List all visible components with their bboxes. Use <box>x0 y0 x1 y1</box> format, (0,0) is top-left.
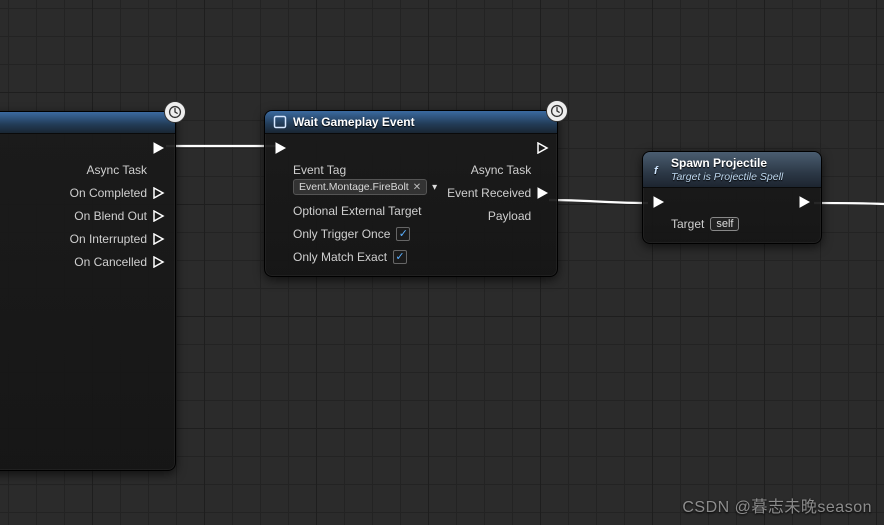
node-wait-gameplay-event[interactable]: Wait Gameplay Event Event Tag Event.Mont… <box>264 110 558 277</box>
pin-optional-external-target[interactable]: Optional External Target <box>275 204 422 218</box>
node-header: f Spawn Projectile Target is Projectile … <box>643 152 821 188</box>
pin-on-blend-out[interactable]: On Blend Out <box>74 209 165 223</box>
node-type-icon <box>273 115 287 129</box>
node-title: Spawn Projectile <box>671 156 767 170</box>
svg-text:f: f <box>654 165 659 177</box>
checkbox-only-match-exact[interactable] <box>393 250 407 264</box>
pin-on-completed[interactable]: On Completed <box>70 186 165 200</box>
pin-on-cancelled[interactable]: On Cancelled <box>74 255 165 269</box>
pin-async-task-out[interactable]: Async Task <box>471 163 549 177</box>
node-header: Wait Gameplay Event <box>265 111 557 134</box>
pin-async-task-out[interactable]: Async Task <box>87 163 165 177</box>
pin-exec-out[interactable] <box>799 196 811 208</box>
node-header <box>0 112 175 134</box>
function-icon: f <box>651 163 665 177</box>
pin-event-tag[interactable]: Event Tag Event.Montage.FireBolt ✕ ▾ <box>275 163 437 195</box>
node-title: Wait Gameplay Event <box>293 115 415 129</box>
node-play-montage[interactable]: ation Scale d Out Async Task On Complete… <box>0 111 176 471</box>
latent-clock-icon <box>164 101 186 123</box>
pin-event-received[interactable]: Event Received <box>447 186 549 200</box>
event-tag-value: Event.Montage.FireBolt <box>299 181 409 193</box>
node-spawn-projectile[interactable]: f Spawn Projectile Target is Projectile … <box>642 151 822 244</box>
event-tag-pill[interactable]: Event.Montage.FireBolt ✕ <box>293 179 427 195</box>
pin-exec-out[interactable] <box>537 142 549 154</box>
pin-on-interrupted[interactable]: On Interrupted <box>70 232 165 246</box>
pin-only-trigger-once[interactable]: Only Trigger Once <box>275 227 410 241</box>
event-tag-label: Event Tag <box>293 163 437 177</box>
pin-exec-out[interactable] <box>153 142 165 154</box>
pin-exec-in[interactable] <box>653 196 665 208</box>
pin-only-match-exact[interactable]: Only Match Exact <box>275 250 407 264</box>
pin-target[interactable]: Target self <box>653 217 739 231</box>
clear-tag-icon[interactable]: ✕ <box>413 182 421 193</box>
pin-exec-in[interactable] <box>275 142 287 154</box>
target-self-value[interactable]: self <box>710 217 739 231</box>
checkbox-only-trigger-once[interactable] <box>396 227 410 241</box>
latent-clock-icon <box>546 100 568 122</box>
watermark: CSDN @暮志未晚season <box>682 493 872 517</box>
chevron-down-icon[interactable]: ▾ <box>432 182 437 193</box>
pin-payload[interactable]: Payload <box>488 209 549 223</box>
node-subtitle: Target is Projectile Spell <box>671 171 783 183</box>
